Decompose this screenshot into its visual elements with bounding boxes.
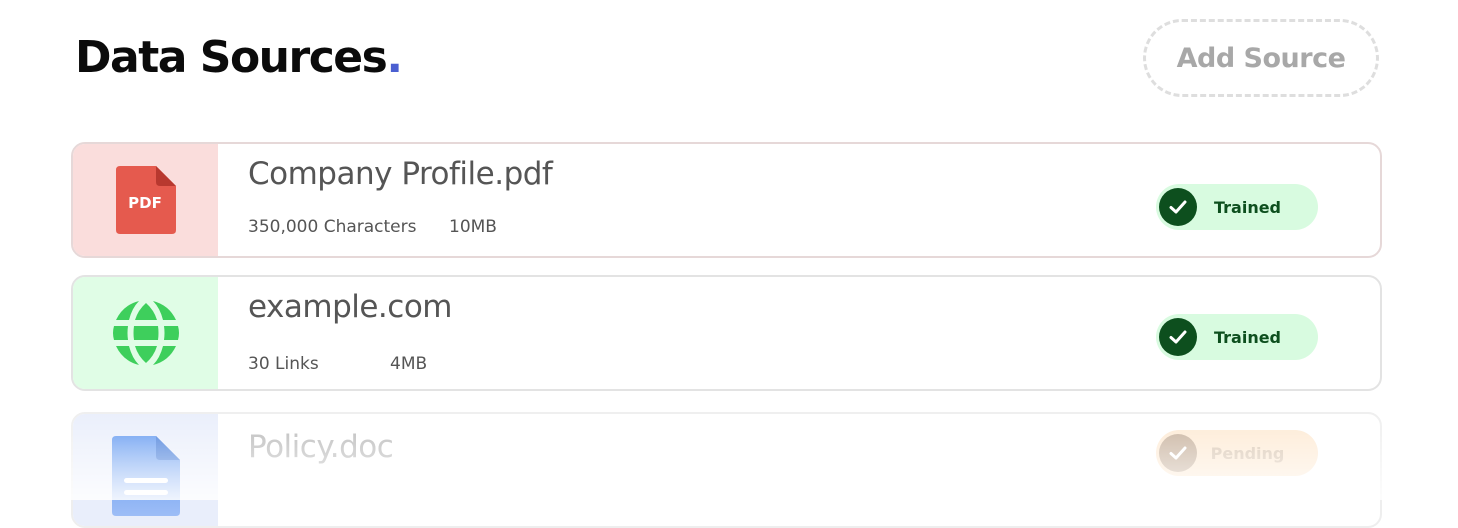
status-text: Trained xyxy=(1213,197,1282,217)
page-title: Data Sources. xyxy=(75,28,403,88)
doc-file-icon xyxy=(111,436,180,516)
status-badge: Pending xyxy=(1156,430,1318,476)
status-text: Pending xyxy=(1210,443,1285,463)
page-title-dot: . xyxy=(386,32,403,83)
globe-icon xyxy=(112,301,179,365)
add-source-button[interactable]: Add Source xyxy=(1143,19,1379,97)
source-name: Policy.doc xyxy=(248,429,394,465)
source-name: example.com xyxy=(248,289,453,325)
check-icon xyxy=(1159,188,1197,226)
status-text: Trained xyxy=(1213,327,1282,347)
source-link-count: 30 Links xyxy=(248,354,319,374)
source-name: Company Profile.pdf xyxy=(248,156,553,192)
source-char-count: 350,000 Characters xyxy=(248,217,417,237)
source-file-size: 10MB xyxy=(449,217,497,237)
page-title-text: Data Sources xyxy=(75,32,388,83)
check-icon xyxy=(1159,318,1197,356)
source-icon-panel xyxy=(73,414,218,526)
status-badge: Trained xyxy=(1156,314,1318,360)
status-badge: Trained xyxy=(1156,184,1318,230)
source-card-company-profile[interactable]: PDF Company Profile.pdf 350,000 Characte… xyxy=(71,142,1382,258)
check-icon xyxy=(1159,434,1197,472)
source-file-size: 4MB xyxy=(390,354,428,374)
source-icon-panel xyxy=(73,277,218,389)
pdf-file-icon-label: PDF xyxy=(128,194,162,212)
source-card-example-com[interactable]: example.com 30 Links 4MB Trained xyxy=(71,275,1382,391)
source-icon-panel: PDF xyxy=(73,144,218,256)
pdf-file-icon: PDF xyxy=(115,166,176,234)
source-card-policy-doc[interactable]: Policy.doc Pending xyxy=(71,412,1382,528)
